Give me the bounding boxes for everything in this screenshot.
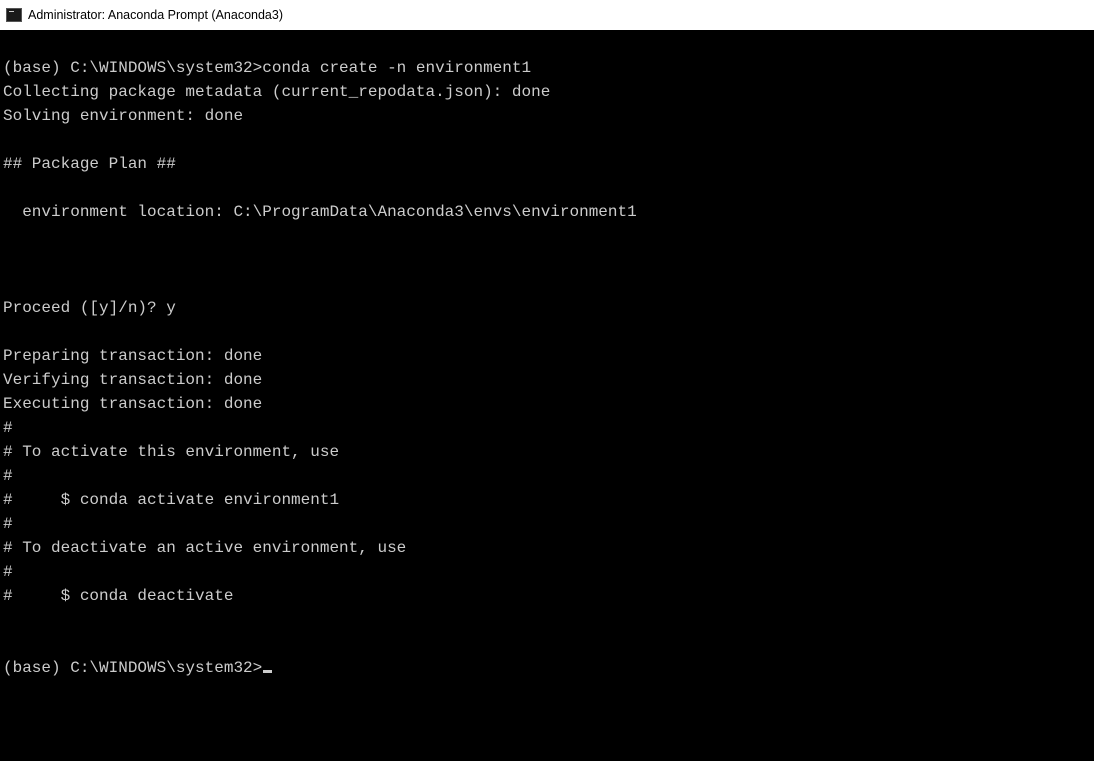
terminal-line: # <box>3 512 1091 536</box>
terminal-line: # $ conda activate environment1 <box>3 488 1091 512</box>
cursor-icon <box>263 670 272 673</box>
terminal-line <box>3 176 1091 200</box>
terminal-line: Preparing transaction: done <box>3 344 1091 368</box>
terminal-line: # <box>3 464 1091 488</box>
terminal-line <box>3 248 1091 272</box>
terminal-line <box>3 224 1091 248</box>
terminal-line: # <box>3 560 1091 584</box>
terminal-line: Solving environment: done <box>3 104 1091 128</box>
terminal-line: # <box>3 416 1091 440</box>
terminal-line: Collecting package metadata (current_rep… <box>3 80 1091 104</box>
terminal-line: environment location: C:\ProgramData\Ana… <box>3 200 1091 224</box>
terminal-output[interactable]: (base) C:\WINDOWS\system32>conda create … <box>0 30 1094 761</box>
terminal-line: # $ conda deactivate <box>3 584 1091 608</box>
terminal-line <box>3 608 1091 632</box>
terminal-line <box>3 32 1091 56</box>
terminal-icon <box>6 8 22 22</box>
terminal-line: Proceed ([y]/n)? y <box>3 296 1091 320</box>
terminal-line <box>3 272 1091 296</box>
terminal-line <box>3 320 1091 344</box>
window-title: Administrator: Anaconda Prompt (Anaconda… <box>28 8 283 22</box>
terminal-line: (base) C:\WINDOWS\system32>conda create … <box>3 56 1091 80</box>
terminal-line: Verifying transaction: done <box>3 368 1091 392</box>
title-bar: Administrator: Anaconda Prompt (Anaconda… <box>0 0 1094 30</box>
terminal-line: Executing transaction: done <box>3 392 1091 416</box>
terminal-line <box>3 128 1091 152</box>
terminal-prompt-line[interactable]: (base) C:\WINDOWS\system32> <box>3 656 1091 680</box>
terminal-line: # To deactivate an active environment, u… <box>3 536 1091 560</box>
terminal-line: ## Package Plan ## <box>3 152 1091 176</box>
terminal-line <box>3 632 1091 656</box>
terminal-line: # To activate this environment, use <box>3 440 1091 464</box>
